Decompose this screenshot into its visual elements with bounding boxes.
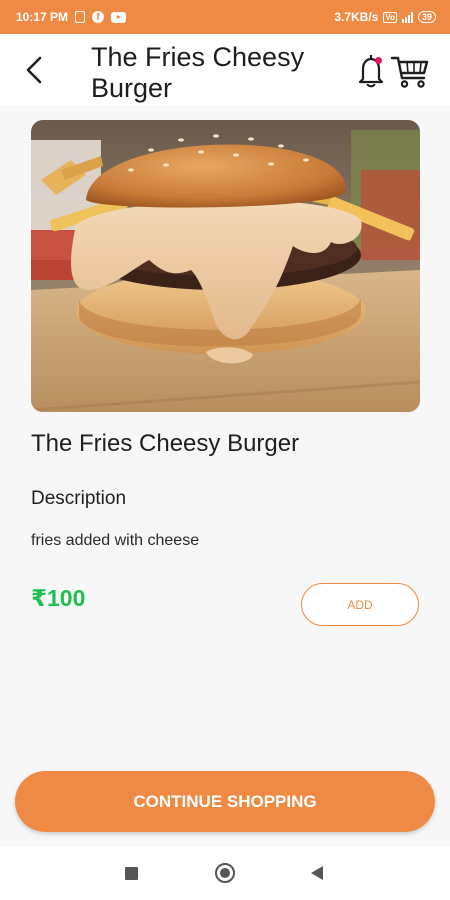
- status-bar-left: 10:17 PM f: [16, 10, 127, 24]
- back-button[interactable]: [20, 52, 52, 88]
- status-bar-right: 3.7KB/s Vo 39: [334, 10, 436, 24]
- app-header: The Fries Cheesy Burger: [0, 34, 450, 106]
- system-navigation-bar: [0, 846, 450, 900]
- bell-icon: [358, 55, 384, 88]
- status-bar: 10:17 PM f 3.7KB/s Vo 39: [0, 0, 450, 34]
- home-icon[interactable]: [215, 863, 235, 883]
- add-to-cart-button[interactable]: ADD: [301, 583, 419, 626]
- product-price: ₹100: [31, 585, 86, 611]
- sim-icon: [75, 11, 86, 23]
- product-image: [31, 120, 420, 412]
- signal-icon: [401, 11, 413, 23]
- page-title: The Fries Cheesy Burger: [91, 42, 305, 103]
- system-back-icon[interactable]: [311, 866, 323, 880]
- network-speed: 3.7KB/s: [334, 10, 379, 24]
- burger-photo-icon: [31, 120, 420, 412]
- product-name: The Fries Cheesy Burger: [31, 430, 300, 457]
- recent-apps-icon[interactable]: [125, 867, 138, 880]
- battery-icon: 39: [417, 11, 436, 23]
- shopping-cart-icon: [390, 56, 429, 88]
- youtube-icon: [111, 11, 127, 23]
- facebook-icon: f: [92, 11, 105, 23]
- notification-dot: [375, 57, 382, 64]
- continue-shopping-button[interactable]: CONTINUE SHOPPING: [15, 771, 435, 832]
- notifications-button[interactable]: [354, 52, 388, 90]
- volte-icon: Vo: [383, 11, 397, 23]
- status-time: 10:17 PM: [16, 10, 69, 24]
- description-heading: Description: [31, 488, 127, 509]
- description-text: fries added with cheese: [31, 532, 200, 549]
- cart-button[interactable]: [390, 52, 430, 90]
- back-arrow-icon: [26, 56, 42, 84]
